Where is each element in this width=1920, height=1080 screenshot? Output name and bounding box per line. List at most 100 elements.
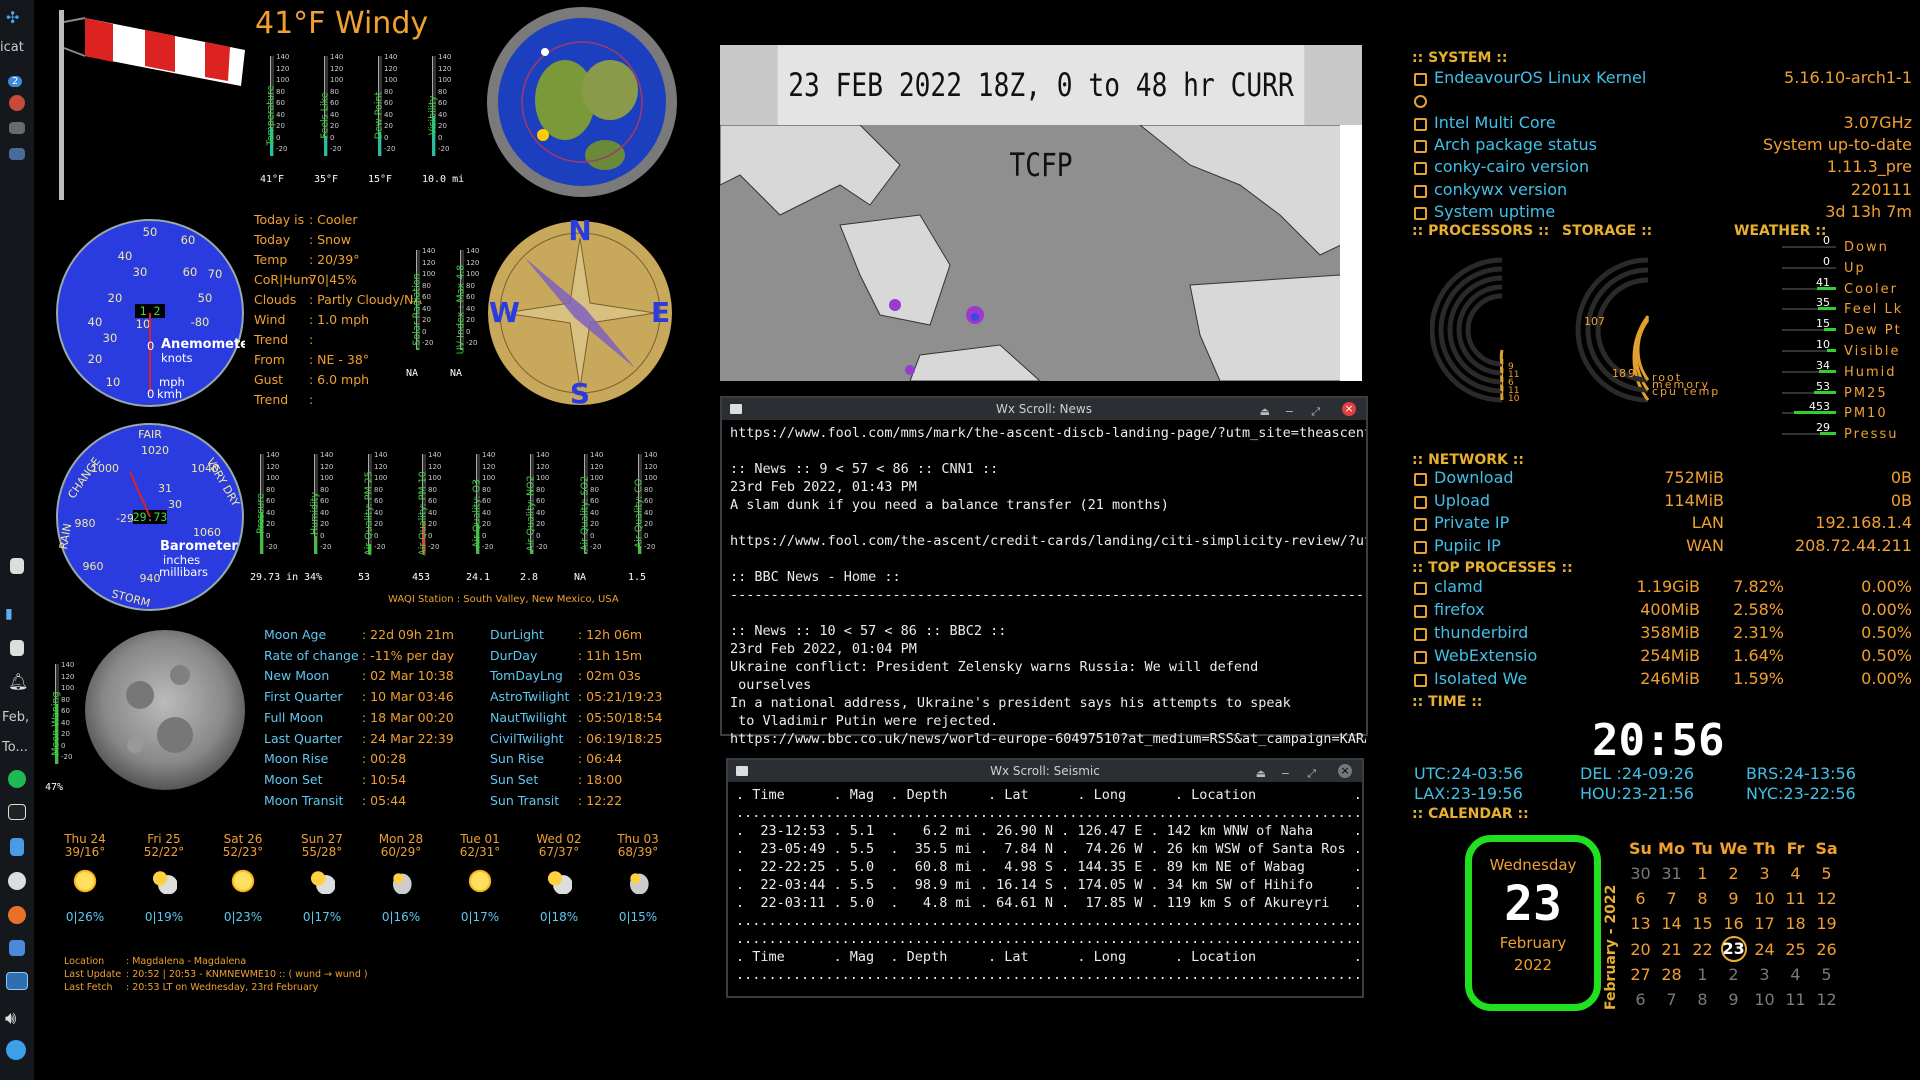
news-window[interactable]: Wx Scroll: News ⏏ − ⤢ × https://www.fool… bbox=[720, 396, 1368, 747]
maximize-icon[interactable]: ⤢ bbox=[1307, 763, 1316, 785]
calendar-day[interactable]: 16 bbox=[1718, 911, 1749, 936]
app-icon-1[interactable] bbox=[9, 95, 25, 111]
calendar-day[interactable]: 12 bbox=[1811, 987, 1842, 1012]
gauge-tick: -20 bbox=[428, 543, 440, 551]
thunderbird-icon[interactable] bbox=[8, 872, 26, 890]
calendar-day[interactable]: 5 bbox=[1811, 861, 1842, 886]
calendar-day[interactable]: 13 bbox=[1625, 911, 1656, 936]
shade-icon[interactable]: ⏏ bbox=[1260, 401, 1270, 423]
moon-labels: Moon Age Rate of change New Moon First Quar… bbox=[264, 625, 359, 811]
document-icon[interactable] bbox=[10, 558, 24, 574]
calendar-day[interactable]: 3 bbox=[1749, 962, 1780, 987]
calendar-day[interactable]: 3 bbox=[1749, 861, 1780, 886]
calendar-day[interactable]: 4 bbox=[1780, 861, 1811, 886]
update-value: : 20:52 | 20:53 - KNMNEWME10 :: ( wund →… bbox=[126, 969, 368, 980]
system-row-value: System up-to-date bbox=[1762, 134, 1912, 154]
today-day: 23 bbox=[1504, 876, 1562, 932]
calendar-day[interactable]: 5 bbox=[1811, 962, 1842, 987]
chart-icon[interactable]: ▮ bbox=[5, 606, 29, 628]
window-menu-icon[interactable] bbox=[736, 766, 748, 776]
calendar-day[interactable]: 27 bbox=[1625, 962, 1656, 987]
calendar-day[interactable]: 8 bbox=[1687, 886, 1718, 911]
seismic-titlebar[interactable]: Wx Scroll: Seismic ⏏ − ⤢ × bbox=[728, 760, 1362, 782]
calendar-day[interactable]: 12 bbox=[1811, 886, 1842, 911]
calendar-day[interactable]: 25 bbox=[1780, 936, 1811, 962]
window-menu-icon[interactable] bbox=[730, 404, 742, 414]
calendar-day[interactable]: 4 bbox=[1780, 962, 1811, 987]
sun-labels: DurLight DurDay TomDayLng AstroTwilight Naut… bbox=[490, 625, 569, 811]
network-header: :: NETWORK :: bbox=[1412, 452, 1524, 468]
network-icon[interactable] bbox=[6, 1040, 26, 1060]
calendar-day[interactable]: 28 bbox=[1656, 962, 1687, 987]
calendar-day[interactable]: 19 bbox=[1811, 911, 1842, 936]
calendar-day[interactable]: 9 bbox=[1718, 886, 1749, 911]
calendar-day[interactable]: 8 bbox=[1687, 987, 1718, 1012]
gauge-tick: 140 bbox=[438, 53, 452, 61]
calendar-day[interactable]: 30 bbox=[1625, 861, 1656, 886]
calendar-day[interactable]: 11 bbox=[1780, 987, 1811, 1012]
calendar-day[interactable]: 31 bbox=[1656, 861, 1687, 886]
terminal-icon[interactable] bbox=[8, 804, 26, 820]
calendar-day[interactable]: 2 bbox=[1718, 861, 1749, 886]
firefox-icon[interactable] bbox=[8, 906, 26, 924]
sun-label: CivilTwilight bbox=[490, 730, 564, 746]
system-row-value: 3.07GHz bbox=[1843, 112, 1912, 132]
calendar-day[interactable]: 26 bbox=[1811, 936, 1842, 962]
dock-feb-label[interactable]: Feb, bbox=[2, 710, 29, 725]
spotify-icon[interactable] bbox=[8, 770, 26, 788]
maximize-icon[interactable]: ⤢ bbox=[1311, 401, 1320, 423]
calendar-day[interactable]: 15 bbox=[1687, 911, 1718, 936]
storage-label: cpu temp bbox=[1652, 385, 1720, 398]
dock-tab-label[interactable]: icat bbox=[0, 40, 24, 55]
gauge-tick: 20 bbox=[276, 122, 285, 130]
window-icon[interactable] bbox=[9, 148, 25, 160]
calendar-day[interactable]: 7 bbox=[1656, 987, 1687, 1012]
gauge-label: Pressure bbox=[255, 493, 267, 534]
close-icon[interactable]: × bbox=[1338, 764, 1352, 778]
bell-icon[interactable]: 🔔︎ bbox=[8, 672, 32, 694]
calendar-day[interactable]: 21 bbox=[1656, 936, 1687, 962]
gauge-tick: 100 bbox=[61, 684, 75, 692]
notes-icon[interactable] bbox=[10, 838, 24, 856]
gauge-value: 47% bbox=[45, 782, 64, 793]
calendar-day[interactable]: 1 bbox=[1687, 962, 1718, 987]
news-titlebar[interactable]: Wx Scroll: News ⏏ − ⤢ × bbox=[722, 398, 1366, 420]
gauge-tick: 40 bbox=[266, 508, 275, 517]
close-icon[interactable]: × bbox=[1342, 402, 1356, 416]
calendar-today[interactable]: 23 bbox=[1718, 936, 1749, 962]
reader-icon[interactable] bbox=[9, 940, 25, 956]
calendar-day[interactable]: 11 bbox=[1780, 886, 1811, 911]
weather-bar-label: Humid bbox=[1844, 364, 1897, 380]
calendar-day[interactable]: 1 bbox=[1687, 861, 1718, 886]
calendar-day[interactable]: 6 bbox=[1625, 886, 1656, 911]
gauge-ticks: 140 120 100 80 60 40 20 0 -20 bbox=[330, 52, 343, 156]
calendar-day[interactable]: 10 bbox=[1749, 886, 1780, 911]
calendar-day[interactable]: 17 bbox=[1749, 911, 1780, 936]
network-mid: 114MiB bbox=[1664, 490, 1724, 510]
barometer-tick: -29 bbox=[116, 512, 134, 525]
calendar-day[interactable]: 9 bbox=[1718, 987, 1749, 1012]
folder-icon[interactable] bbox=[9, 122, 25, 134]
battery-icon[interactable] bbox=[10, 640, 24, 656]
dock-to-label[interactable]: To... bbox=[2, 740, 28, 755]
monitor-icon[interactable] bbox=[6, 972, 28, 990]
minimize-icon[interactable]: − bbox=[1281, 763, 1290, 785]
calendar-day[interactable]: 10 bbox=[1749, 987, 1780, 1012]
shade-icon[interactable]: ⏏ bbox=[1256, 763, 1266, 785]
forecast-day: Wed 02 bbox=[536, 832, 582, 846]
calendar-day[interactable]: 22 bbox=[1687, 936, 1718, 962]
gauge-tick: -20 bbox=[330, 145, 342, 153]
calendar-day[interactable]: 14 bbox=[1656, 911, 1687, 936]
app-menu-icon[interactable]: ✣ bbox=[6, 8, 19, 27]
forecast-precip: 0|15% bbox=[618, 910, 658, 924]
volume-icon[interactable]: 🔊︎ bbox=[5, 1008, 29, 1030]
calendar-day[interactable]: 24 bbox=[1749, 936, 1780, 962]
calendar-day[interactable]: 7 bbox=[1656, 886, 1687, 911]
calendar-day[interactable]: 20 bbox=[1625, 936, 1656, 962]
calendar-day[interactable]: 2 bbox=[1718, 962, 1749, 987]
seismic-window[interactable]: Wx Scroll: Seismic ⏏ − ⤢ × . Time . Mag … bbox=[726, 758, 1364, 998]
calendar-day[interactable]: 18 bbox=[1780, 911, 1811, 936]
calendar-day[interactable]: 6 bbox=[1625, 987, 1656, 1012]
forecast-precip: 0|17% bbox=[460, 910, 500, 924]
minimize-icon[interactable]: − bbox=[1285, 401, 1294, 423]
